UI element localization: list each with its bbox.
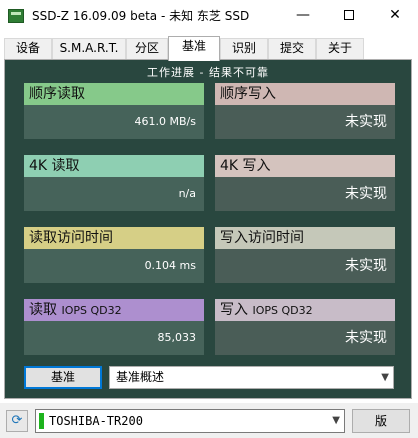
seq-write-label: 顺序写入 [215,83,395,105]
iops-write-label-main: 写入 [220,302,248,318]
tab-benchmark[interactable]: 基准 [168,36,220,61]
tab-submit[interactable]: 提交 [268,38,316,59]
iops-read-label: 读取 IOPS QD32 [24,299,204,321]
tab-device[interactable]: 设备 [4,38,52,59]
4k-write-label: 4K 写入 [215,155,395,177]
seq-read-value: 461.0 MB/s [24,105,204,139]
chevron-down-icon: ▼ [381,372,389,383]
drive-select[interactable]: TOSHIBA-TR200 ▼ [35,409,345,433]
iops-write-label: 写入 IOPS QD32 [215,299,395,321]
version-button[interactable]: 版 [352,409,410,433]
access-read-cell: 读取访问时间 0.104 ms [24,227,204,283]
tab-bar: 设备 S.M.A.R.T. 分区 基准 识别 提交 关于 [0,36,418,61]
access-write-cell: 写入访问时间 未实现 [215,227,395,283]
refresh-icon: ⟳ [11,413,23,428]
iops-write-label-sub: IOPS QD32 [252,304,313,317]
status-bar: ⟳ TOSHIBA-TR200 ▼ 版 [0,403,418,438]
4k-read-cell: 4K 读取 n/a [24,155,204,211]
4k-read-value: n/a [24,177,204,211]
app-icon [8,9,24,23]
drive-status-icon [39,413,44,429]
iops-write-cell: 写入 IOPS QD32 未实现 [215,299,395,355]
tab-about[interactable]: 关于 [316,38,364,59]
iops-read-value: 85,033 [24,321,204,355]
maximize-icon [344,10,354,20]
chevron-down-icon: ▼ [332,415,340,426]
seq-read-cell: 顺序读取 461.0 MB/s [24,83,204,139]
iops-read-cell: 读取 IOPS QD32 85,033 [24,299,204,355]
tab-identify[interactable]: 识别 [220,38,268,59]
access-read-value: 0.104 ms [24,249,204,283]
4k-write-value: 未实现 [215,177,395,211]
panel-header: 工作进展 - 结果不可靠 [147,66,269,79]
benchmark-panel: 工作进展 - 结果不可靠 顺序读取 461.0 MB/s 顺序写入 未实现 4K… [4,59,412,399]
drive-name: TOSHIBA-TR200 [49,414,143,428]
title-bar: SSD-Z 16.09.09 beta - 未知 东芝 SSD — ✕ [0,0,418,32]
close-button[interactable]: ✕ [372,0,418,32]
benchmark-button[interactable]: 基准 [24,366,102,389]
access-write-value: 未实现 [215,249,395,283]
refresh-button[interactable]: ⟳ [6,410,28,432]
tab-smart[interactable]: S.M.A.R.T. [52,38,126,59]
minimize-button[interactable]: — [280,0,326,32]
access-write-label: 写入访问时间 [215,227,395,249]
4k-read-label: 4K 读取 [24,155,204,177]
iops-read-label-sub: IOPS QD32 [61,304,122,317]
4k-write-cell: 4K 写入 未实现 [215,155,395,211]
seq-write-cell: 顺序写入 未实现 [215,83,395,139]
maximize-button[interactable] [326,0,372,32]
benchmark-mode-value: 基准概述 [116,370,165,384]
seq-read-label: 顺序读取 [24,83,204,105]
seq-write-value: 未实现 [215,105,395,139]
window-title: SSD-Z 16.09.09 beta - 未知 东芝 SSD [32,9,250,23]
iops-write-value: 未实现 [215,321,395,355]
benchmark-mode-select[interactable]: 基准概述 ▼ [109,366,394,389]
iops-read-label-main: 读取 [29,302,57,318]
tab-partition[interactable]: 分区 [126,38,168,59]
access-read-label: 读取访问时间 [24,227,204,249]
